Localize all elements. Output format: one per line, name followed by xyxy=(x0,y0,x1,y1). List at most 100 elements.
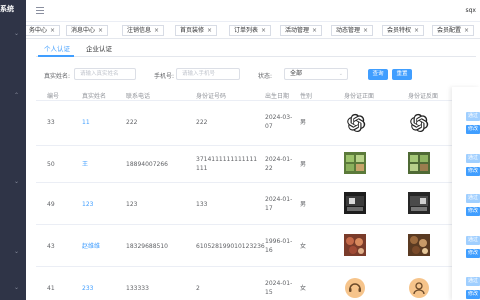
tag-item[interactable]: 订单列表 × xyxy=(229,25,272,36)
row-birth: 2024-01-22 xyxy=(265,156,293,172)
row-phone: 18329688510 xyxy=(126,243,168,250)
tab-divider xyxy=(36,56,476,57)
row-id: 41 xyxy=(47,285,55,292)
approve-button[interactable]: 通过 xyxy=(466,194,480,203)
menu-toggle-icon[interactable] xyxy=(36,7,44,14)
sidebar-title: 系统 xyxy=(0,5,14,13)
col-id: 编号 xyxy=(47,93,60,100)
reset-button[interactable]: 重置 xyxy=(392,69,412,80)
edit-button[interactable]: 修改 xyxy=(466,249,480,258)
tag-item[interactable]: 注销信息 × xyxy=(122,25,165,36)
tag-item[interactable]: 首页装修 × xyxy=(175,25,218,36)
id-back-image[interactable] xyxy=(408,152,430,174)
real-name-input[interactable]: 请输入真实姓名 xyxy=(74,68,136,80)
row-id: 33 xyxy=(47,119,55,126)
close-icon[interactable]: × xyxy=(50,27,55,34)
row-name-link[interactable]: 赵维维 xyxy=(82,242,100,251)
table-header: 编号 真实姓名 联系电话 身份证号码 出生日期 性别 身份证正面 身份证反面 操… xyxy=(36,87,480,101)
col-name: 真实姓名 xyxy=(82,93,107,100)
row-gender: 男 xyxy=(300,119,307,126)
close-icon[interactable]: × xyxy=(414,27,419,34)
col-gender: 性别 xyxy=(300,93,313,100)
id-front-image[interactable] xyxy=(345,112,367,134)
approve-button[interactable]: 通过 xyxy=(466,236,480,245)
table-row: 43 赵维维 18329688510 610528199010123236 19… xyxy=(36,225,480,267)
tag-item[interactable]: 会员配置 × xyxy=(432,25,475,36)
real-name-label: 真实姓名: xyxy=(44,73,71,80)
edit-button[interactable]: 修改 xyxy=(466,167,480,176)
approve-button[interactable]: 通过 xyxy=(466,112,480,121)
id-front-image[interactable] xyxy=(344,152,366,174)
close-icon[interactable]: × xyxy=(261,27,266,34)
close-icon[interactable]: × xyxy=(464,27,469,34)
phone-input[interactable]: 请输入手机号 xyxy=(176,68,240,80)
topbar: sqx xyxy=(26,0,480,22)
row-gender: 男 xyxy=(300,161,307,168)
status-value: 全部 xyxy=(290,70,303,77)
edit-button[interactable]: 修改 xyxy=(466,207,480,216)
avatar-icon xyxy=(409,278,429,298)
id-front-image[interactable] xyxy=(344,277,366,299)
status-label: 状态: xyxy=(258,73,273,80)
chevron-up-icon[interactable]: ⌃ xyxy=(14,92,20,99)
tag-item[interactable]: 活动管理 × xyxy=(280,25,323,36)
row-gender: 男 xyxy=(300,201,307,208)
status-select[interactable]: 全部 ⌄ xyxy=(284,68,348,80)
id-back-image[interactable] xyxy=(408,234,430,256)
main-content: 个人认证 企业认证 真实姓名: 请输入真实姓名 手机号: 请输入手机号 状态: … xyxy=(26,39,480,300)
row-name-link[interactable]: 233 xyxy=(82,284,93,293)
col-birth: 出生日期 xyxy=(265,93,290,100)
close-icon[interactable]: × xyxy=(98,27,103,34)
tag-item[interactable]: 会员特权 × xyxy=(382,25,425,36)
id-front-image[interactable] xyxy=(344,234,366,256)
row-id: 43 xyxy=(47,243,55,250)
row-name-link[interactable]: 王 xyxy=(82,160,88,169)
row-phone: 133333 xyxy=(126,285,149,292)
tag-item[interactable]: 动态管理 × xyxy=(331,25,374,36)
phone-label: 手机号: xyxy=(154,73,175,80)
table-row: 50 王 18894007266 3714111111111111111 202… xyxy=(36,146,480,183)
table-row: 33 11 222 222 2024-03-07 男 xyxy=(36,101,480,146)
photo-thumbnail xyxy=(408,234,430,256)
table-row: 41 233 133333 2 2024-01-15 女 xyxy=(36,267,480,300)
id-back-image[interactable] xyxy=(408,112,430,134)
close-icon[interactable]: × xyxy=(363,27,368,34)
tag-label: 首页装修 xyxy=(180,27,205,34)
close-icon[interactable]: × xyxy=(312,27,317,34)
avatar-icon xyxy=(345,278,365,298)
close-icon[interactable]: × xyxy=(207,27,212,34)
tag-label: 会员特权 xyxy=(387,27,412,34)
active-tab-indicator xyxy=(38,55,74,57)
chevron-down-icon[interactable]: ⌄ xyxy=(14,178,20,185)
edit-button[interactable]: 修改 xyxy=(466,125,480,134)
chevron-down-icon[interactable]: ⌄ xyxy=(14,284,20,291)
tags-bar: 务中心 × 消息中心 × 注销信息 × 首页装修 × 订单列表 × 活动管理 × 动态管理 ×… xyxy=(26,22,480,39)
row-gender: 女 xyxy=(300,285,307,292)
row-id: 50 xyxy=(47,161,55,168)
id-back-image[interactable] xyxy=(408,277,430,299)
id-back-image[interactable] xyxy=(408,192,430,214)
row-idcard: 222 xyxy=(196,119,208,126)
row-name-link[interactable]: 123 xyxy=(82,200,93,209)
col-front: 身份证正面 xyxy=(344,93,375,100)
tag-label: 动态管理 xyxy=(336,27,361,34)
search-button[interactable]: 查询 xyxy=(368,69,388,80)
tag-item[interactable]: 消息中心 × xyxy=(66,25,109,36)
close-icon[interactable]: × xyxy=(154,27,159,34)
col-idcard: 身份证号码 xyxy=(196,93,227,100)
tag-label: 务中心 xyxy=(29,27,48,34)
tab-company-auth[interactable]: 企业认证 xyxy=(86,43,112,53)
table-row: 49 123 123 133 2024-01-17 男 xyxy=(36,183,480,225)
row-name-link[interactable]: 11 xyxy=(82,118,90,127)
tag-label: 活动管理 xyxy=(285,27,310,34)
tab-personal-auth[interactable]: 个人认证 xyxy=(44,43,70,53)
id-front-image[interactable] xyxy=(344,192,366,214)
tag-item[interactable]: 务中心 × xyxy=(26,25,61,36)
chevron-down-icon: ⌄ xyxy=(338,71,343,77)
approve-button[interactable]: 通过 xyxy=(466,277,480,286)
chevron-down-icon[interactable]: ⌄ xyxy=(14,30,20,37)
edit-button[interactable]: 修改 xyxy=(466,290,480,299)
chevron-down-icon[interactable]: ⌄ xyxy=(14,248,20,255)
user-name[interactable]: sqx xyxy=(466,7,477,14)
approve-button[interactable]: 通过 xyxy=(466,154,480,163)
